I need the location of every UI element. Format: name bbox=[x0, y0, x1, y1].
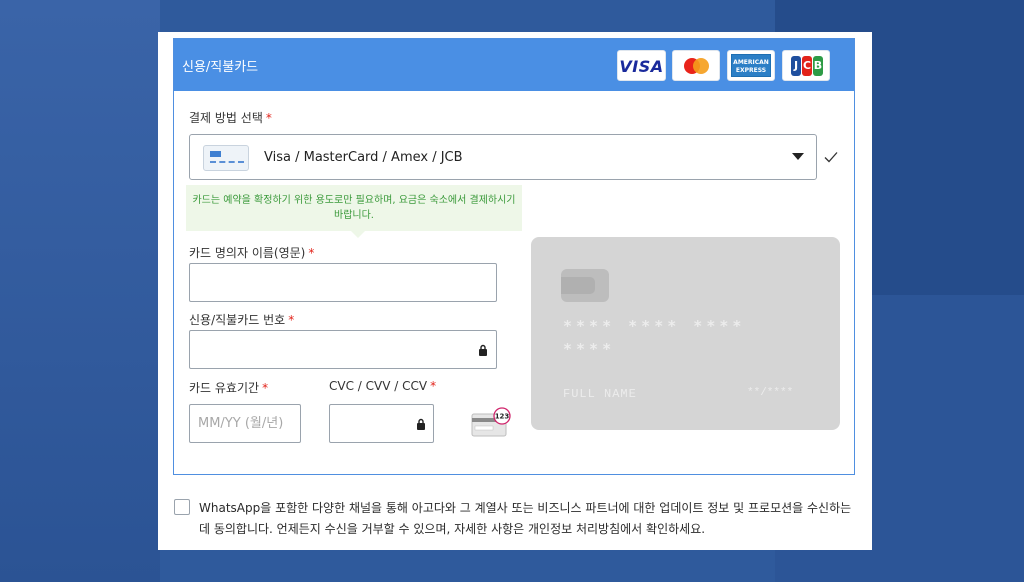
amex-logo: AMERICAN EXPRESS bbox=[727, 50, 775, 81]
card-chip-inner bbox=[561, 277, 595, 294]
card-notice-text: 카드는 예약을 확정하기 위한 용도로만 필요하며, 요금은 숙소에서 결제하시… bbox=[192, 195, 516, 221]
card-payment-section: 신용/직불카드 VISA AMERICAN EXPRESS J C B 결제 방… bbox=[173, 38, 855, 475]
card-number-label-text: 신용/직불카드 번호 bbox=[189, 313, 286, 327]
card-preview-name: FULL NAME bbox=[563, 387, 637, 401]
cvc-hint-icon: 123 bbox=[471, 407, 511, 437]
mastercard-yellow-circle bbox=[693, 58, 709, 74]
card-preview-number-line1: **** **** **** bbox=[563, 317, 746, 335]
check-icon bbox=[824, 152, 838, 163]
chevron-down-icon bbox=[792, 153, 804, 160]
payment-method-selected: Visa / MasterCard / Amex / JCB bbox=[264, 150, 463, 165]
card-number-label: 신용/직불카드 번호 * bbox=[189, 311, 294, 328]
visa-logo-text: VISA bbox=[619, 57, 664, 76]
cardholder-name-label: 카드 명의자 이름(영문) * bbox=[189, 244, 314, 261]
card-section-title: 신용/직불카드 bbox=[182, 60, 259, 75]
lock-icon bbox=[417, 418, 425, 430]
required-mark: * bbox=[265, 111, 272, 125]
required-mark: * bbox=[430, 379, 437, 393]
expiry-label-text: 카드 유효기간 bbox=[189, 381, 260, 395]
expiry-input[interactable] bbox=[190, 405, 300, 442]
cardholder-name-input[interactable] bbox=[190, 264, 496, 301]
jcb-logo: J C B bbox=[782, 50, 830, 81]
jcb-letter-c: C bbox=[802, 56, 812, 76]
cvc-hint-text: 123 bbox=[495, 413, 510, 421]
payment-method-label-text: 결제 방법 선택 bbox=[189, 111, 263, 125]
expiry-field[interactable] bbox=[189, 404, 301, 443]
card-icon-number bbox=[210, 161, 244, 163]
card-notice-tooltip: 카드는 예약을 확정하기 위한 용도로만 필요하며, 요금은 숙소에서 결제하시… bbox=[186, 185, 522, 238]
card-number-input[interactable] bbox=[190, 331, 496, 368]
card-preview: **** **** **** **** FULL NAME **/**** bbox=[531, 237, 840, 430]
required-mark: * bbox=[262, 381, 269, 395]
background-left bbox=[0, 0, 160, 582]
required-mark: * bbox=[288, 313, 295, 327]
card-preview-expiry: **/**** bbox=[747, 387, 794, 399]
card-section-header: 신용/직불카드 VISA AMERICAN EXPRESS J C B bbox=[174, 39, 854, 91]
expiry-label: 카드 유효기간 * bbox=[189, 379, 268, 396]
cvc-label: CVC / CVV / CCV * bbox=[329, 379, 436, 393]
card-number-field[interactable] bbox=[189, 330, 497, 369]
consent-checkbox[interactable] bbox=[174, 499, 190, 515]
amex-logo-line1: AMERICAN bbox=[733, 59, 769, 66]
visa-logo: VISA bbox=[617, 50, 666, 81]
payment-method-select[interactable]: Visa / MasterCard / Amex / JCB bbox=[189, 134, 817, 180]
payment-method-label: 결제 방법 선택 * bbox=[189, 109, 272, 126]
lock-icon bbox=[479, 344, 487, 356]
card-icon-stripe bbox=[210, 151, 221, 157]
consent-text: WhatsApp을 포함한 다양한 채널을 통해 아고다와 그 계열사 또는 비… bbox=[199, 501, 852, 536]
mastercard-logo bbox=[672, 50, 720, 81]
jcb-letter-b: B bbox=[813, 56, 823, 76]
jcb-letter-j: J bbox=[791, 56, 801, 76]
credit-card-icon bbox=[203, 145, 249, 171]
card-preview-number-line2: **** bbox=[563, 340, 616, 358]
cardholder-name-label-text: 카드 명의자 이름(영문) bbox=[189, 246, 306, 260]
cvc-field[interactable] bbox=[329, 404, 434, 443]
required-mark: * bbox=[308, 246, 315, 260]
cvc-label-text: CVC / CVV / CCV bbox=[329, 379, 428, 393]
tooltip-arrow bbox=[351, 231, 365, 238]
amex-logo-box: AMERICAN EXPRESS bbox=[731, 54, 771, 77]
card-chip-icon bbox=[561, 269, 609, 302]
cardholder-name-field[interactable] bbox=[189, 263, 497, 302]
amex-logo-line2: EXPRESS bbox=[735, 67, 767, 74]
